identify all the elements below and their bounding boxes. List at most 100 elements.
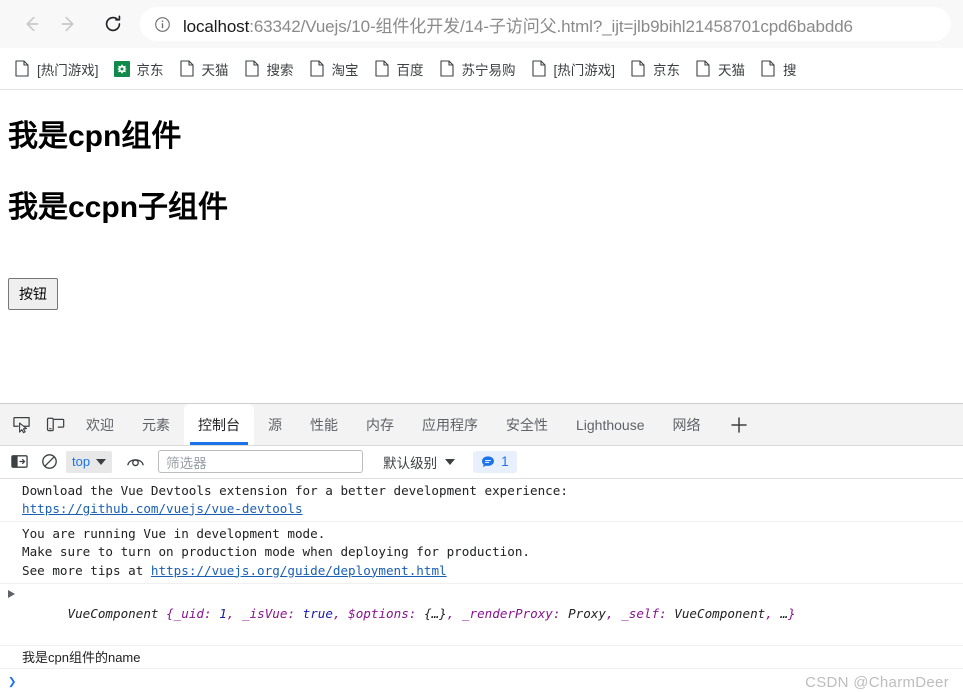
console-message-name: 我是cpn组件的name [0,646,963,668]
tab-label: 源 [268,416,282,433]
action-button[interactable]: 按钮 [8,278,58,310]
console-sidebar-toggle-button[interactable] [6,450,32,474]
bookmark-label: 天猫 [201,62,229,78]
page-icon [178,60,196,78]
object-key: _renderProxy: [461,606,561,622]
address-bar[interactable]: localhost:63342/Vuejs/10-组件化开发/14-子访问父.h… [140,7,951,41]
bookmark-item[interactable]: 搜索 [236,55,301,83]
vue-deployment-link[interactable]: https://vuejs.org/guide/deployment.html [151,563,447,578]
eye-icon [126,459,144,467]
bookmark-item[interactable]: 天猫 [687,55,752,83]
bookmark-item[interactable]: 天猫 [171,55,236,83]
reload-icon [105,15,121,32]
bookmark-label: 搜索 [266,62,294,78]
browser-toolbar: localhost:63342/Vuejs/10-组件化开发/14-子访问父.h… [0,0,963,48]
bookmark-label: 苏宁易购 [461,62,516,78]
bookmark-label: 搜 [783,62,797,78]
bookmark-item[interactable]: 京东 [622,55,687,83]
device-toolbar-button[interactable] [38,404,72,445]
tab-security[interactable]: 安全性 [492,404,562,445]
execution-context-selector[interactable]: top [66,450,113,473]
bookmark-item[interactable]: 苏宁易购 [431,55,523,83]
child-component-heading: 我是ccpn子组件 [8,191,229,224]
url-host: localhost [183,16,250,36]
tab-label: 性能 [310,416,338,433]
tab-welcome[interactable]: 欢迎 [72,404,128,445]
bookmark-item[interactable]: 淘宝 [301,55,366,83]
bookmark-item[interactable]: [热门游戏] [523,55,623,83]
page-icon [629,60,647,78]
more-tabs-button[interactable] [715,404,763,445]
tab-performance[interactable]: 性能 [296,404,352,445]
clear-slash-circle-icon [41,454,57,470]
page-icon [438,60,456,78]
reload-button[interactable] [94,5,132,43]
url-path: :63342/Vuejs/10-组件化开发/14-子访问父.html?_ijt=… [249,16,853,36]
page-icon [759,60,777,78]
bookmark-item[interactable]: 百度 [366,55,431,83]
console-input-prompt[interactable]: ❯ CSDN @CharmDeer [0,667,963,692]
tab-label: 控制台 [198,416,240,433]
console-message-object[interactable]: VueComponent {_uid: 1, _isVue: true, $op… [0,584,963,646]
vue-devtools-link[interactable]: https://github.com/vuejs/vue-devtools [22,501,303,516]
back-arrow-icon [26,16,39,32]
disclosure-triangle-icon[interactable] [8,589,15,598]
bookmark-label: 淘宝 [331,62,359,78]
address-bar-url: localhost:63342/Vuejs/10-组件化开发/14-子访问父.h… [183,12,853,37]
object-key: _uid: [173,606,212,622]
console-filter-input[interactable]: 筛选器 [158,450,364,474]
clear-console-button[interactable] [36,450,62,474]
bookmarks-bar: [热门游戏] 京东 天猫 搜索 淘宝 百度 苏宁易购 [热门游戏] 京东 天猫 … [0,48,963,90]
back-button[interactable] [12,5,50,43]
tab-memory[interactable]: 内存 [352,404,408,445]
log-level-selector[interactable]: 默认级别 [383,452,456,472]
bookmark-label: 京东 [653,62,681,78]
jd-logo-icon [113,60,131,78]
page-icon [373,60,391,78]
tab-network[interactable]: 网络 [659,404,715,445]
tab-label: 网络 [672,416,701,433]
inspect-element-button[interactable] [4,404,38,445]
execution-context-value: top [72,454,91,470]
bookmark-label: [热门游戏] [553,62,616,78]
sidebar-panel-icon [10,455,28,469]
tab-elements[interactable]: 元素 [128,404,184,445]
bookmark-item[interactable]: [热门游戏] [6,55,106,83]
tab-lighthouse[interactable]: Lighthouse [562,404,659,445]
tab-label: 元素 [142,416,170,433]
console-filter-placeholder: 筛选器 [166,455,207,471]
bookmark-label: 百度 [396,62,424,78]
bookmark-label: 天猫 [718,62,746,78]
bookmark-item[interactable]: 搜 [752,55,804,83]
object-value: Proxy [568,606,606,622]
forward-arrow-icon [61,16,74,32]
object-key: $options: [348,606,417,622]
plus-icon [730,416,747,433]
page-content: 我是cpn组件 我是ccpn子组件 按钮 [0,90,963,403]
object-class-name: VueComponent [67,606,159,622]
tab-application[interactable]: 应用程序 [408,404,492,445]
bookmark-label: [热门游戏] [37,62,99,78]
object-key: _self: [621,606,667,622]
chevron-down-icon [445,458,456,465]
tab-sources[interactable]: 源 [254,404,296,445]
object-value: true [302,606,333,622]
live-expression-button[interactable] [122,450,148,474]
tab-console[interactable]: 控制台 [184,404,254,446]
object-ellipsis: … [780,606,789,622]
object-key: _isVue: [241,606,296,622]
dev-mode-line-3-prefix: See more tips at [22,562,151,578]
devtools-panel: 欢迎 元素 控制台 源 性能 内存 应用程序 安全性 Lighthouse 网络 [0,403,963,692]
dev-mode-line-2: Make sure to turn on production mode whe… [22,544,530,560]
tab-label: 内存 [366,416,394,433]
bookmark-item[interactable]: 京东 [106,55,171,83]
console-log-list[interactable]: Download the Vue Devtools extension for … [0,478,963,668]
forward-button[interactable] [50,5,88,43]
parent-component-heading: 我是cpn组件 [8,120,182,153]
console-message-dev-mode: You are running Vue in development mode.… [0,522,963,584]
object-value: 1 [219,606,227,622]
message-count-badge[interactable]: 1 [473,450,517,473]
site-info-icon[interactable] [154,16,171,33]
tab-label: 欢迎 [86,416,114,433]
page-icon [694,60,712,78]
